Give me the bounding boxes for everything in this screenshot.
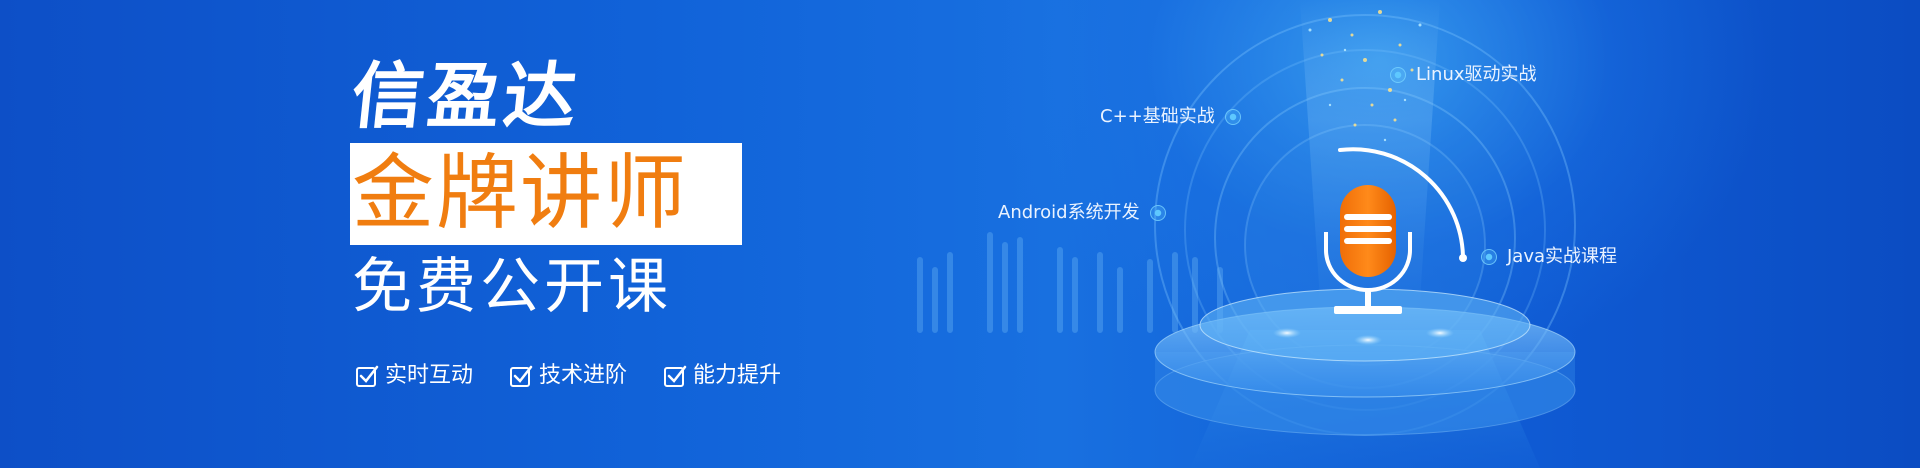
topic-linux: Linux驱动实战 bbox=[1390, 64, 1537, 86]
feature-label: 能力提升 bbox=[693, 363, 782, 388]
subheadline: 免费公开课 bbox=[352, 252, 672, 322]
topic-label: Java实战课程 bbox=[1507, 246, 1618, 267]
topic-dot-icon bbox=[1149, 205, 1166, 221]
checkbox-icon bbox=[664, 365, 687, 387]
topic-java: Java实战课程 bbox=[1481, 246, 1617, 268]
feature-list: 实时互动 技术进阶 能力提升 bbox=[355, 362, 781, 390]
feature-label: 技术进阶 bbox=[539, 363, 628, 388]
topic-cpp: C++基础实战 bbox=[1100, 106, 1241, 128]
topic-dot-icon bbox=[1390, 67, 1406, 83]
topic-dot-icon bbox=[1224, 109, 1241, 125]
brand-name: 信盈达 bbox=[347, 54, 585, 138]
topic-label: Android系统开发 bbox=[998, 202, 1140, 223]
topic-label: C++基础实战 bbox=[1100, 106, 1215, 127]
topic-dot-icon bbox=[1481, 249, 1497, 265]
checkbox-icon bbox=[356, 365, 379, 387]
checkbox-icon bbox=[510, 365, 533, 387]
feature-item: 技术进阶 bbox=[509, 362, 627, 390]
microphone-stage-illustration bbox=[917, 0, 1576, 468]
feature-label: 实时互动 bbox=[385, 363, 474, 388]
topic-label: Linux驱动实战 bbox=[1416, 64, 1537, 85]
feature-item: 能力提升 bbox=[663, 362, 781, 390]
feature-item: 实时互动 bbox=[355, 362, 473, 390]
topic-android: Android系统开发 bbox=[998, 202, 1166, 224]
hero-banner[interactable]: 信盈达 金牌讲师 免费公开课 实时互动 技术进阶 能力提升 Linux驱动实战 … bbox=[0, 0, 1920, 468]
headline: 金牌讲师 bbox=[352, 146, 689, 241]
